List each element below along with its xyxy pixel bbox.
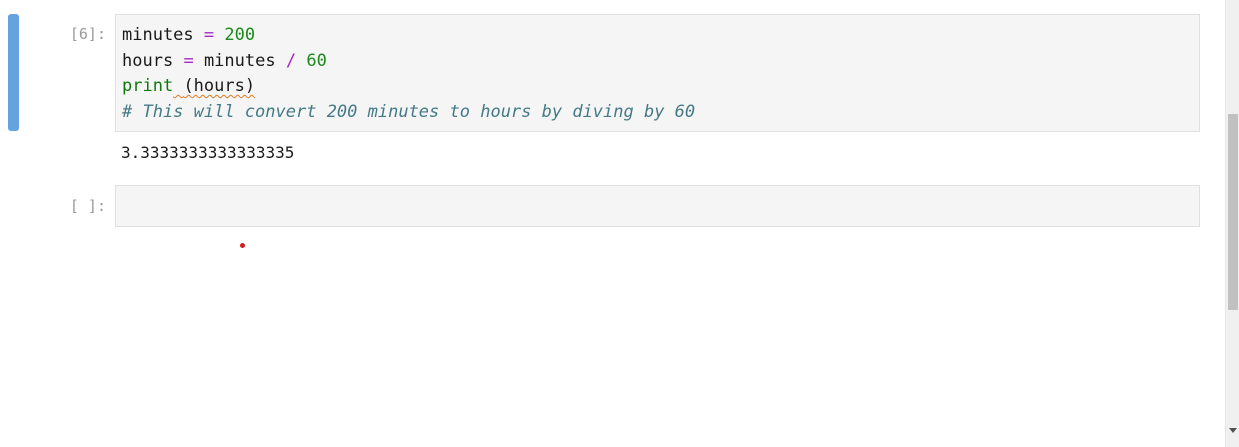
scroll-down-arrow-icon[interactable] [1229, 428, 1237, 433]
vertical-scrollbar[interactable] [1225, 0, 1239, 447]
code-line-1: minutes = 200 [122, 23, 1199, 49]
cell-prompt: [ ]: [69, 197, 106, 215]
code-token-operator: = [203, 25, 215, 45]
active-cell-indicator[interactable] [8, 14, 19, 131]
code-token-operator: = [183, 50, 194, 71]
code-line-4: # This will convert 200 minutes to hours… [122, 101, 696, 122]
code-line-3: print (hours) [122, 74, 1199, 100]
code-token-variable: minutes [203, 50, 276, 71]
code-token-operator: / [285, 50, 297, 71]
lint-warning-squiggle: (hours) [173, 76, 255, 96]
cursor-dot-icon [240, 243, 245, 248]
code-token-args: (hours) [183, 76, 256, 96]
code-editor[interactable]: minutes = 200 hours = minutes / 60 print… [115, 14, 1200, 132]
code-token-variable: minutes [122, 25, 194, 45]
code-line-2: hours = minutes / 60 [122, 49, 1199, 75]
cell-prompt: [6]: [69, 25, 106, 43]
code-token-builtin: print [122, 76, 174, 96]
notebook-page: [6]: minutes = 200 hours = minutes / 60 … [0, 0, 1239, 447]
cell-output: 3.3333333333333335 [121, 143, 295, 162]
code-token-variable: hours [122, 50, 174, 71]
code-token-number: 200 [224, 25, 256, 45]
code-token-number: 60 [306, 50, 327, 71]
scrollbar-thumb[interactable] [1228, 114, 1238, 310]
code-editor-empty[interactable] [115, 185, 1200, 227]
